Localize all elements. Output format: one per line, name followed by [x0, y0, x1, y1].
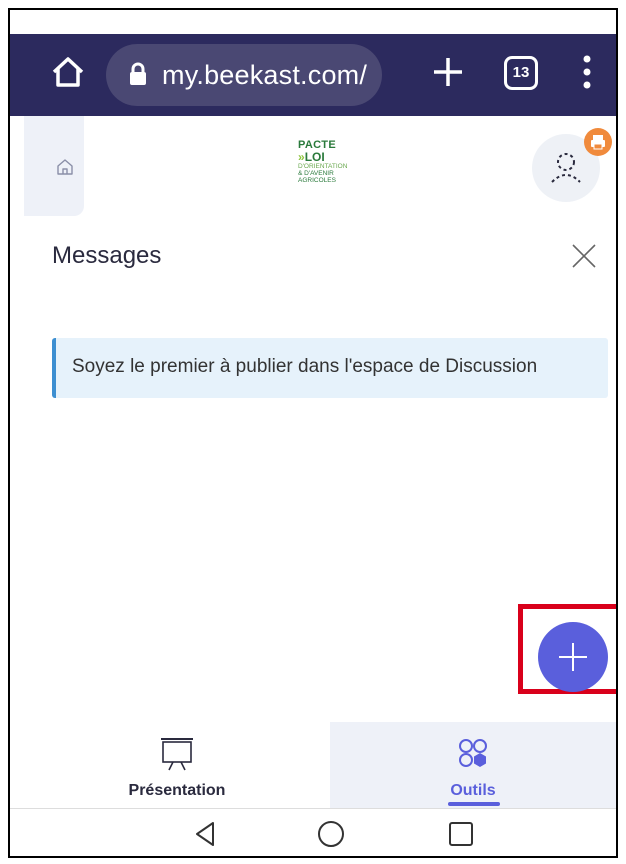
print-badge[interactable] [584, 128, 612, 156]
logo-line-3: D'ORIENTATION [298, 163, 348, 170]
home-icon[interactable] [48, 52, 88, 92]
pacte-logo: PACTE »LOI D'ORIENTATION & D'AVENIR AGRI… [298, 140, 378, 210]
logo-line-5: AGRICOLES [298, 177, 336, 184]
tab-outils[interactable]: Outils [330, 722, 616, 808]
tab-switcher-button[interactable]: 13 [504, 56, 538, 90]
recent-apps-icon[interactable] [446, 819, 476, 849]
plus-icon [559, 643, 587, 671]
presentation-icon [161, 738, 193, 771]
address-bar[interactable]: my.beekast.com/ [106, 44, 382, 106]
screen-frame: my.beekast.com/ 13 PACTE »LOI D'ORIENTAT… [8, 8, 618, 858]
tools-icon [459, 739, 487, 767]
back-icon[interactable] [190, 819, 220, 849]
plus-icon[interactable] [428, 52, 468, 92]
tab-presentation-label: Présentation [128, 782, 226, 799]
system-nav-bar [10, 808, 616, 856]
home-tab[interactable] [24, 116, 84, 216]
add-message-button[interactable] [538, 622, 608, 692]
logo-line-2: »LOI [298, 151, 378, 163]
more-vert-icon[interactable] [580, 52, 594, 92]
logo-line-4: & D'AVENIR [298, 170, 334, 177]
app-header: PACTE »LOI D'ORIENTATION & D'AVENIR AGRI… [10, 116, 616, 226]
lock-icon [130, 62, 146, 85]
active-tab-indicator [448, 802, 500, 806]
logo-line-2-text: LOI [304, 150, 325, 164]
page-title: Messages [52, 242, 162, 269]
tab-presentation[interactable]: Présentation [24, 722, 330, 808]
printer-icon [591, 135, 605, 150]
home-outline-icon [57, 159, 73, 175]
tab-outils-label: Outils [450, 782, 496, 799]
notice-text: Soyez le premier à publier dans l'espace… [72, 356, 538, 377]
url-text: my.beekast.com/ [162, 60, 368, 90]
logo-chevron-icon: » [298, 150, 305, 164]
browser-toolbar: my.beekast.com/ 13 [10, 34, 616, 116]
close-icon[interactable] [570, 242, 598, 270]
empty-discussion-notice: Soyez le premier à publier dans l'espace… [52, 338, 608, 398]
bottom-nav: Présentation Outils [10, 722, 616, 808]
home-circle-icon[interactable] [316, 819, 346, 849]
